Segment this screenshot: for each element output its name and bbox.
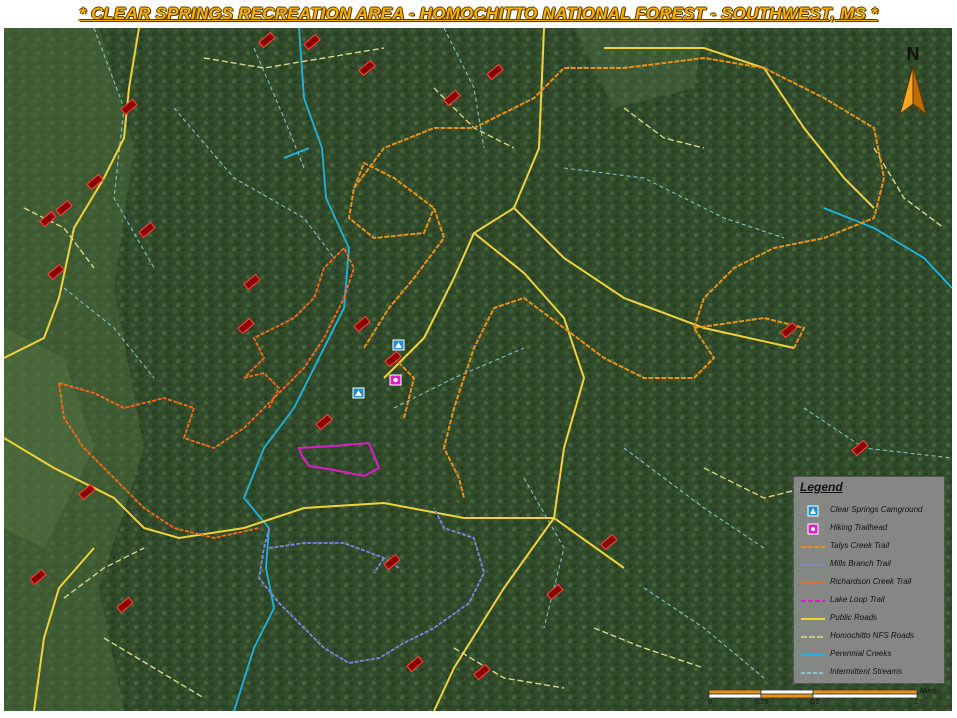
map-legend: Legend Clear Springs Camground Hiking Tr… xyxy=(793,476,945,684)
scale-unit-label: Miles xyxy=(920,688,937,695)
campground-icon[interactable] xyxy=(392,339,405,351)
legend-label: Perennial Creeks xyxy=(830,649,892,658)
legend-item-lake-loop: Lake Loop Trail xyxy=(800,594,942,608)
legend-item-mills: Mills Branch Trail xyxy=(800,558,942,572)
legend-label: Intermittent Streams xyxy=(830,667,903,676)
perennial-line-icon xyxy=(801,654,825,656)
legend-label: Lake Loop Trail xyxy=(830,595,885,604)
lake-line-icon xyxy=(801,600,825,602)
legend-item-public-roads: Public Roads xyxy=(800,612,942,626)
legend-label: Hiking Trailhead xyxy=(830,523,888,532)
public-road-line-icon xyxy=(801,618,825,620)
scale-tick-label: 0.25 xyxy=(755,699,769,706)
map-title: * CLEAR SPRINGS RECREATION AREA - HOMOCH… xyxy=(79,4,878,23)
scale-tick-label: 0 xyxy=(708,699,712,706)
legend-label: Clear Springs Camground xyxy=(830,505,923,514)
legend-label: Richardson Creek Trail xyxy=(830,577,912,586)
legend-item-perennial: Perennial Creeks xyxy=(800,648,942,662)
talys-line-icon xyxy=(801,546,825,548)
trailhead-icon[interactable] xyxy=(389,374,402,386)
intermittent-line-icon xyxy=(801,672,825,674)
north-arrow-icon xyxy=(899,65,927,116)
campground-icon xyxy=(807,505,819,517)
legend-label: Homochitto NFS Roads xyxy=(830,631,915,640)
trailhead-icon xyxy=(807,523,819,535)
scale-bar-graphic xyxy=(708,689,918,699)
richardson-line-icon xyxy=(801,582,825,584)
legend-label: Talys Creek Trail xyxy=(830,541,890,550)
legend-item-campground: Clear Springs Camground xyxy=(800,504,942,518)
legend-title: Legend xyxy=(800,480,843,494)
north-arrow: N xyxy=(896,44,930,120)
legend-item-talys: Talys Creek Trail xyxy=(800,540,942,554)
legend-item-trailhead: Hiking Trailhead xyxy=(800,522,942,536)
scale-bar: 0 0.25 0.5 1 Miles xyxy=(708,688,948,710)
mills-line-icon xyxy=(801,564,825,566)
scale-tick-label: 0.5 xyxy=(810,699,820,706)
legend-item-nfs-roads: Homochitto NFS Roads xyxy=(800,630,942,644)
map-title-bar: * CLEAR SPRINGS RECREATION AREA - HOMOCH… xyxy=(0,0,957,28)
legend-item-richardson: Richardson Creek Trail xyxy=(800,576,942,590)
nfs-road-line-icon xyxy=(801,636,825,638)
legend-label: Mills Branch Trail xyxy=(830,559,891,568)
campground-icon-2[interactable] xyxy=(352,387,365,399)
legend-item-intermittent: Intermittent Streams xyxy=(800,666,942,680)
legend-label: Public Roads xyxy=(830,613,878,622)
scale-tick-label: 1 xyxy=(914,699,918,706)
